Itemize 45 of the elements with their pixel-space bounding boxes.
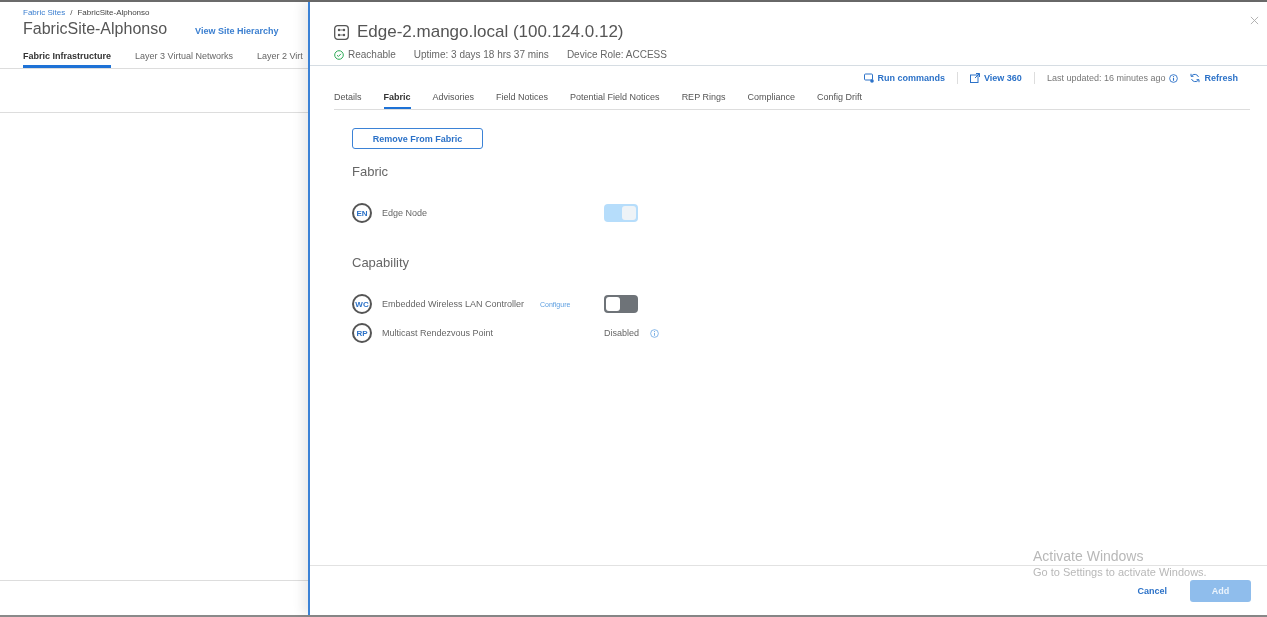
tab[interactable]: Fabric: [383, 92, 411, 109]
run-commands-link[interactable]: Run commands: [863, 73, 945, 83]
tab[interactable]: Layer 3 Virtual Networks: [135, 51, 233, 68]
badge-icon: RP: [352, 323, 372, 343]
close-icon: [1250, 16, 1259, 25]
status-text: Disabled: [604, 328, 640, 338]
toggle-switch[interactable]: [604, 295, 638, 313]
external-link-icon: [970, 73, 980, 83]
badge-icon: WC: [352, 294, 372, 314]
reachability-status: Reachable: [348, 49, 396, 60]
tab[interactable]: Advisories: [432, 92, 475, 109]
remove-from-fabric-button[interactable]: Remove From Fabric: [352, 128, 483, 149]
tab[interactable]: REP Rings: [681, 92, 726, 109]
device-title: Edge-2.mango.local (100.124.0.12): [357, 22, 624, 42]
cancel-button[interactable]: Cancel: [1133, 581, 1171, 600]
watermark-subtitle: Go to Settings to activate Windows.: [1033, 566, 1207, 578]
tab[interactable]: Layer 2 Virt: [256, 51, 303, 68]
row-label: Multicast Rendezvous Point: [381, 328, 495, 338]
last-updated-text: Last updated: 16 minutes ago: [1046, 73, 1166, 83]
tab[interactable]: Compliance: [747, 92, 795, 109]
view-360-link[interactable]: View 360: [970, 73, 1022, 83]
uptime-text: Uptime: 3 days 18 hrs 37 mins: [413, 49, 549, 60]
tab[interactable]: Fabric Infrastructure: [23, 51, 112, 68]
tab[interactable]: Potential Field Notices: [570, 92, 660, 109]
section-heading: Fabric: [352, 164, 390, 179]
refresh-button[interactable]: Refresh: [1190, 73, 1238, 83]
device-icon: [334, 24, 349, 40]
row-label: Embedded Wireless LAN Controller: [381, 299, 526, 309]
row-label: Edge Node: [381, 208, 429, 218]
view-hierarchy-link[interactable]: View Site Hierarchy: [195, 26, 279, 36]
breadcrumb-current: FabricSite-Alphonso: [77, 8, 150, 17]
watermark-title: Activate Windows: [1033, 548, 1145, 564]
info-icon: [1169, 73, 1179, 83]
tab[interactable]: Details: [334, 92, 362, 109]
device-role-text: Device Role: ACCESS: [566, 49, 667, 60]
page-title: FabricSite-Alphonso: [23, 20, 168, 38]
badge-icon: EN: [352, 203, 372, 223]
tab[interactable]: Config Drift: [817, 92, 863, 109]
info-icon: [650, 328, 660, 338]
breadcrumb-separator: /: [70, 8, 73, 17]
monitor-icon: [863, 73, 874, 83]
tab[interactable]: Field Notices: [496, 92, 549, 109]
refresh-icon: [1190, 73, 1201, 83]
section-heading: Capability: [352, 255, 411, 270]
breadcrumb-link[interactable]: Fabric Sites: [23, 8, 66, 17]
